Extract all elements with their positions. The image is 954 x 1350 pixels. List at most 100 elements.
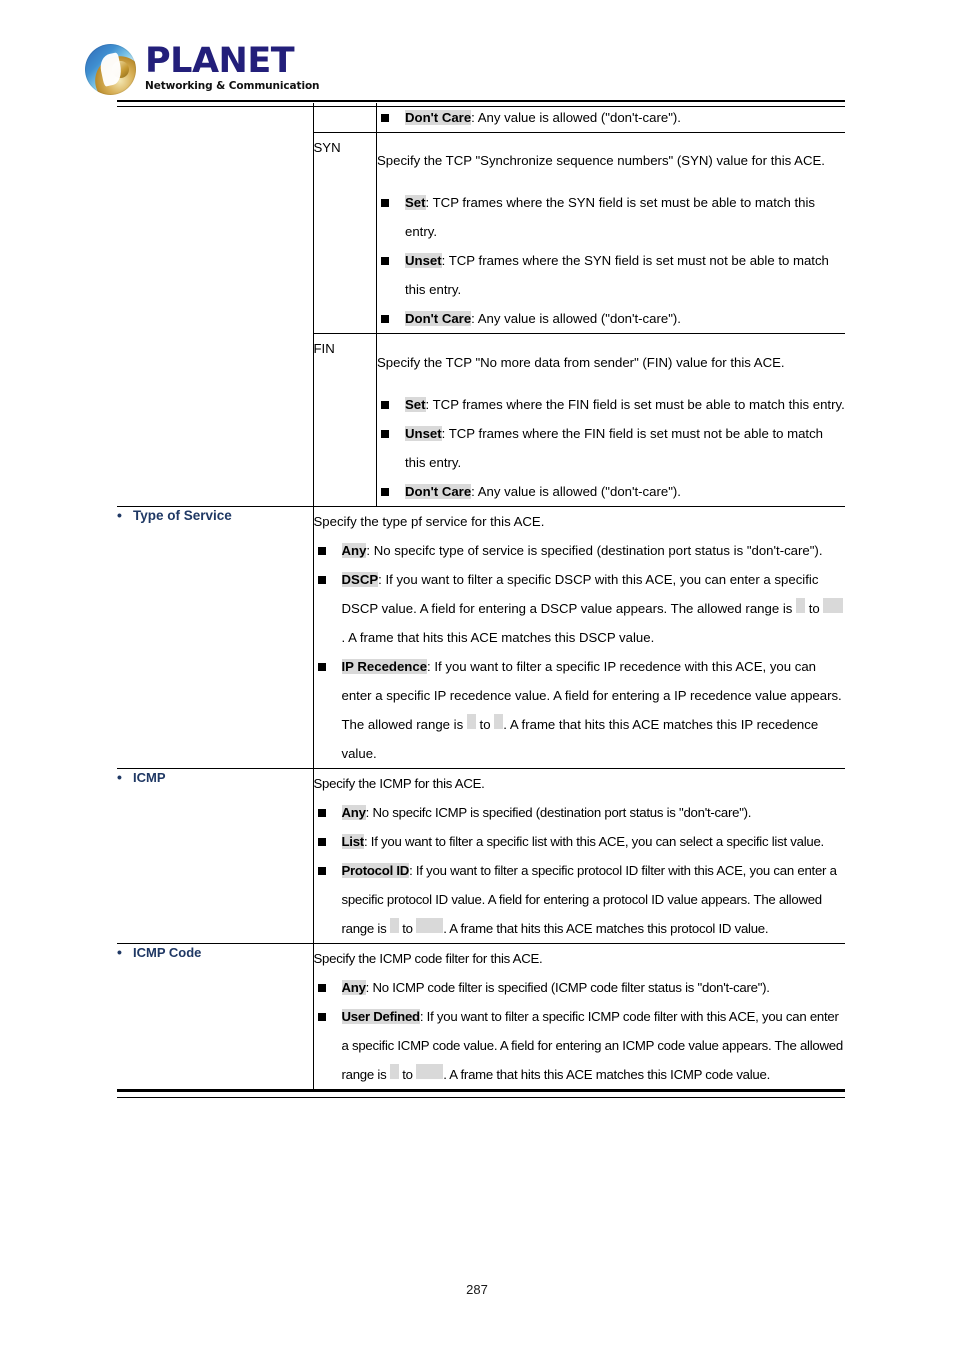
param-label-icmp-code: ICMP Code bbox=[117, 943, 313, 963]
row-label-cell: ICMP Code bbox=[117, 943, 313, 1089]
list-item: Don't Care: Any value is allowed ("don't… bbox=[377, 477, 845, 506]
row-label-cell-empty bbox=[117, 103, 313, 506]
list-item: Don't Care: Any value is allowed ("don't… bbox=[377, 103, 845, 132]
term-highlight: DSCP bbox=[341, 571, 379, 587]
bullet-list: Any: No specifc type of service is speci… bbox=[314, 536, 846, 768]
range-to-label: to bbox=[808, 600, 820, 616]
term-rest: : Any value is allowed ("don't-care"). bbox=[471, 311, 681, 327]
list-item: Any: No specifc ICMP is specified (desti… bbox=[314, 798, 846, 827]
range-max-blank bbox=[494, 713, 504, 729]
term-highlight: IP Recedence bbox=[341, 658, 428, 674]
bullet-list: Set: TCP frames where the SYN field is s… bbox=[377, 188, 845, 333]
term-highlight: Any bbox=[341, 542, 367, 558]
table-row-icmp-code: ICMP Code Specify the ICMP code filter f… bbox=[117, 943, 845, 1089]
range-min-blank bbox=[389, 1063, 399, 1079]
term-tail: . A frame that hits this ACE matches thi… bbox=[443, 1066, 771, 1082]
list-item: User Defined: If you want to filter a sp… bbox=[314, 1002, 846, 1089]
row-description-icmp: Specify the ICMP for this ACE. Any: No s… bbox=[312, 767, 846, 944]
flag-key bbox=[313, 103, 377, 133]
term-rest: : No specifc type of service is specifie… bbox=[366, 542, 823, 558]
row-description-type-of-service: Specify the type pf service for this ACE… bbox=[312, 505, 846, 769]
flag-description: Don't Care: Any value is allowed ("don't… bbox=[377, 103, 846, 133]
range-max-blank bbox=[823, 597, 844, 613]
row-label-cell: ICMP bbox=[117, 768, 313, 944]
planet-globe-icon bbox=[85, 44, 136, 95]
flag-description-fin: Specify the TCP "No more data from sende… bbox=[376, 333, 845, 506]
term-rest: : TCP frames where the SYN field is set … bbox=[405, 253, 829, 298]
range-min-blank bbox=[796, 597, 806, 613]
term-tail: . A frame that hits this ACE matches thi… bbox=[341, 629, 655, 645]
list-item: IP Recedence: If you want to filter a sp… bbox=[314, 652, 846, 768]
planet-logo: PLANET Networking & Communication bbox=[85, 41, 320, 95]
term-highlight: Protocol ID bbox=[341, 862, 410, 878]
list-item: List: If you want to filter a specific l… bbox=[314, 827, 846, 856]
bullet-list: Don't Care: Any value is allowed ("don't… bbox=[377, 103, 845, 132]
term-rest: : TCP frames where the SYN field is set … bbox=[405, 195, 815, 240]
term-rest: : TCP frames where the FIN field is set … bbox=[405, 425, 824, 470]
term-rest: : If you want to filter a specific list … bbox=[363, 833, 824, 849]
flags-subtable-cell: Don't Care: Any value is allowed ("don't… bbox=[312, 103, 846, 507]
term-rest: : No ICMP code filter is specified (ICMP… bbox=[365, 979, 770, 995]
flag-description-syn: Specify the TCP "Synchronize sequence nu… bbox=[376, 131, 845, 334]
term-highlight: Any bbox=[341, 979, 366, 995]
intro-text: Specify the TCP "No more data from sende… bbox=[377, 354, 785, 370]
flag-key-syn: SYN bbox=[313, 131, 377, 334]
list-item: Any: No ICMP code filter is specified (I… bbox=[314, 973, 846, 1002]
table-row: Don't Care: Any value is allowed ("don't… bbox=[117, 103, 846, 507]
term-highlight: User Defined bbox=[341, 1008, 420, 1024]
row-label-cell: Type of Service bbox=[117, 505, 313, 769]
row-description-icmp-code: Specify the ICMP code filter for this AC… bbox=[312, 942, 846, 1089]
term-highlight: Don't Care bbox=[405, 483, 472, 499]
param-label-icmp: ICMP bbox=[117, 768, 313, 788]
table-row-type-of-service: Type of Service Specify the type pf serv… bbox=[117, 505, 846, 769]
list-item: Unset: TCP frames where the SYN field is… bbox=[377, 246, 845, 304]
range-to-label: to bbox=[402, 920, 413, 936]
intro-text: Specify the type pf service for this ACE… bbox=[313, 513, 545, 529]
range-min-blank bbox=[466, 713, 476, 729]
term-rest: : No specifc ICMP is specified (destinat… bbox=[365, 804, 752, 820]
table-bottom-rule bbox=[117, 1089, 845, 1098]
table-row: Don't Care: Any value is allowed ("don't… bbox=[313, 103, 846, 133]
bullet-list: Set: TCP frames where the FIN field is s… bbox=[377, 390, 845, 506]
page-header: PLANET Networking & Communication bbox=[0, 0, 954, 100]
brand-tagline: Networking & Communication bbox=[145, 80, 320, 93]
brand-wordmark: PLANET bbox=[145, 41, 295, 81]
intro-text: Specify the ICMP for this ACE. bbox=[313, 775, 485, 791]
term-rest: : TCP frames where the FIN field is set … bbox=[425, 396, 845, 412]
logo-text: PLANET Networking & Communication bbox=[145, 41, 320, 93]
parameter-description-table: Don't Care: Any value is allowed ("don't… bbox=[117, 103, 845, 1089]
term-rest: : Any value is allowed ("don't-care"). bbox=[471, 110, 681, 125]
term-rest: : If you want to filter a specific DSCP … bbox=[341, 571, 819, 616]
tcp-flags-inner-table: Don't Care: Any value is allowed ("don't… bbox=[313, 103, 846, 506]
intro-text: Specify the TCP "Synchronize sequence nu… bbox=[377, 153, 825, 169]
list-item: Set: TCP frames where the SYN field is s… bbox=[377, 188, 845, 246]
term-tail: . A frame that hits this ACE matches thi… bbox=[443, 920, 769, 936]
bullet-list: Any: No specifc ICMP is specified (desti… bbox=[314, 798, 846, 943]
table-row: SYN Specify the TCP "Synchronize sequenc… bbox=[313, 131, 845, 334]
range-to-label: to bbox=[402, 1066, 413, 1082]
list-item: Unset: TCP frames where the FIN field is… bbox=[377, 419, 845, 477]
page-number: 287 bbox=[466, 1282, 488, 1297]
range-max-blank bbox=[416, 917, 444, 933]
range-to-label: to bbox=[479, 716, 491, 732]
list-item: Set: TCP frames where the FIN field is s… bbox=[377, 390, 845, 419]
bullet-list: Any: No ICMP code filter is specified (I… bbox=[314, 973, 846, 1089]
term-highlight: Don't Care bbox=[405, 110, 472, 125]
list-item: DSCP: If you want to filter a specific D… bbox=[314, 565, 846, 652]
term-highlight: Any bbox=[341, 804, 366, 820]
list-item: Protocol ID: If you want to filter a spe… bbox=[314, 856, 846, 943]
term-rest: : Any value is allowed ("don't-care"). bbox=[471, 483, 681, 499]
table-row-icmp: ICMP Specify the ICMP for this ACE. Any:… bbox=[117, 767, 846, 944]
list-item: Don't Care: Any value is allowed ("don't… bbox=[377, 304, 845, 333]
term-highlight: Set bbox=[405, 396, 426, 412]
range-max-blank bbox=[416, 1063, 444, 1079]
table-row: FIN Specify the TCP "No more data from s… bbox=[313, 333, 845, 506]
term-highlight: Set bbox=[405, 195, 426, 211]
term-highlight: Unset bbox=[405, 253, 442, 269]
range-min-blank bbox=[389, 917, 399, 933]
intro-text: Specify the ICMP code filter for this AC… bbox=[313, 950, 543, 966]
term-highlight: Don't Care bbox=[405, 311, 472, 327]
term-highlight: Unset bbox=[405, 425, 442, 441]
list-item: Any: No specifc type of service is speci… bbox=[314, 536, 846, 565]
param-label-type-of-service: Type of Service bbox=[117, 506, 313, 526]
